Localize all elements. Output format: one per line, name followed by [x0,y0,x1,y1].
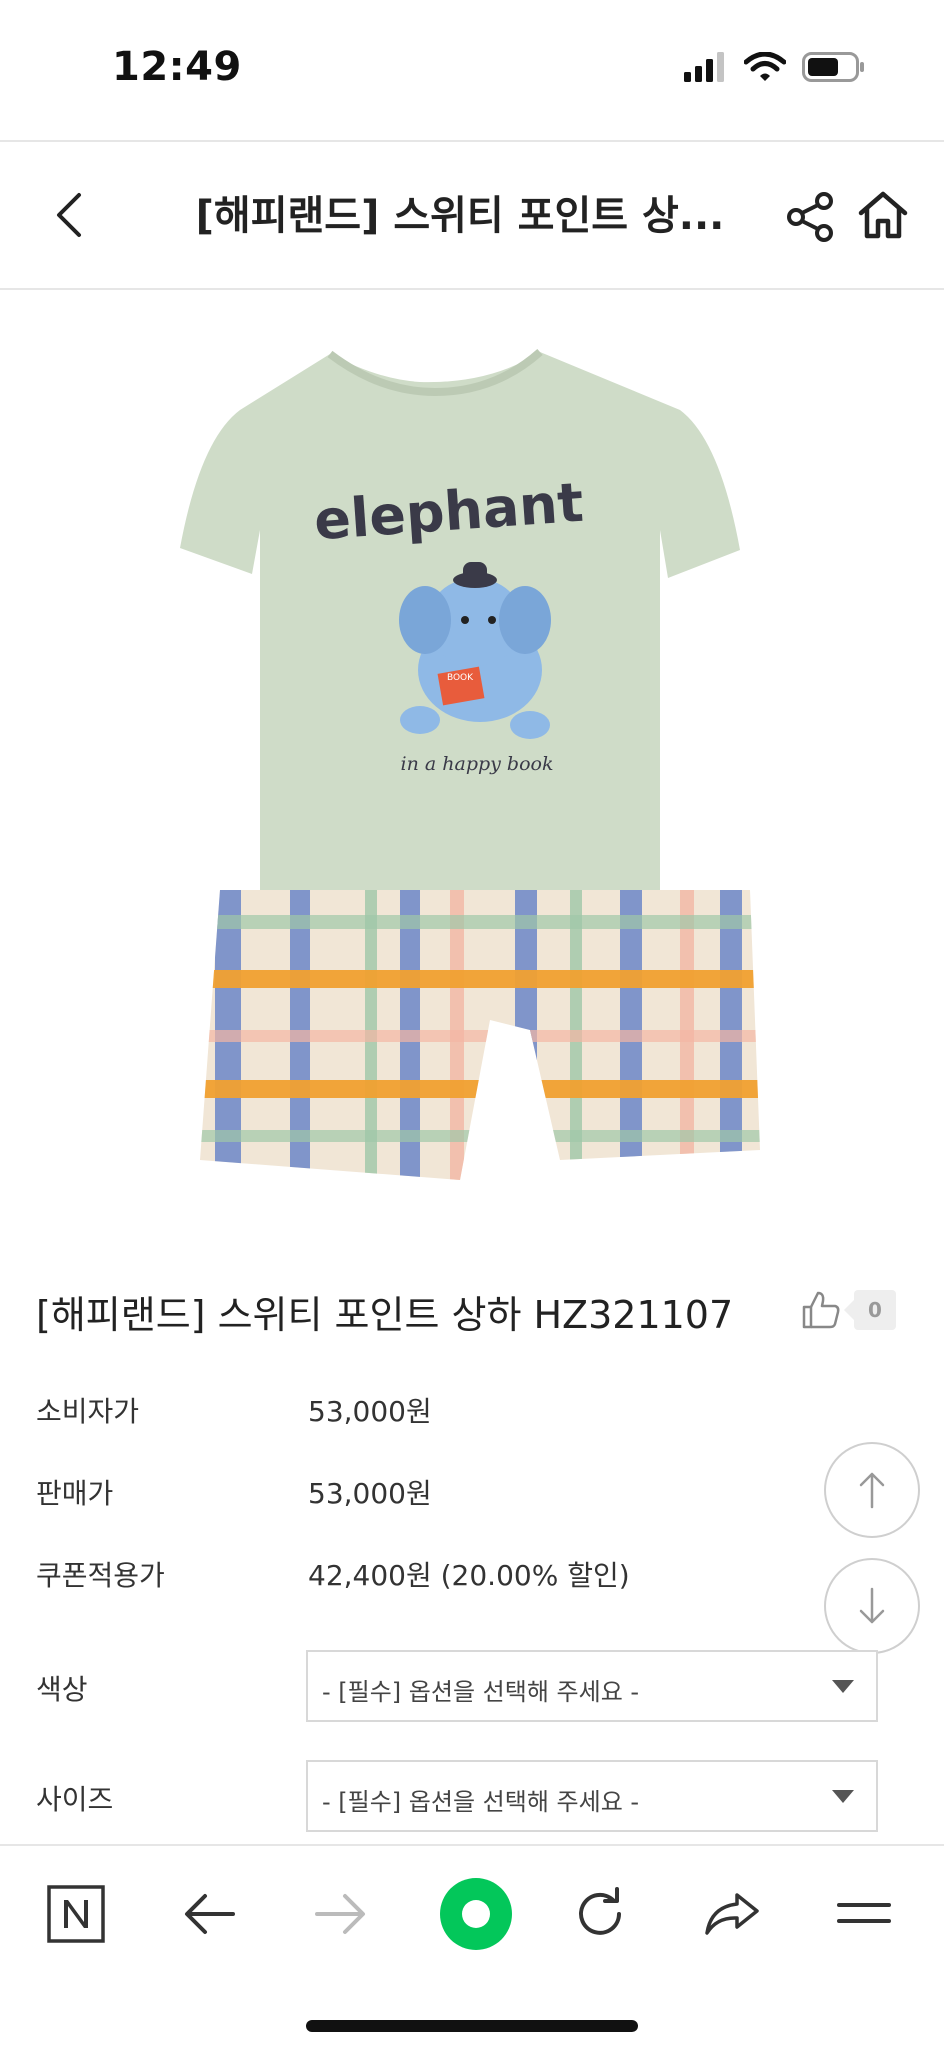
header-divider [0,288,944,290]
option-row-size: 사이즈 - [필수] 옵션을 선택해 주세요 - [36,1760,878,1832]
menu-button[interactable] [826,1876,902,1952]
product-image[interactable]: elephant BOOK in a happy book [120,330,840,1190]
home-icon [858,191,908,239]
nav-forward-button[interactable] [302,1876,378,1952]
status-divider [0,140,944,142]
shorts-plaid [200,890,760,1180]
arrow-right-icon [315,1894,365,1934]
naver-button[interactable] [38,1876,114,1952]
shirt-subtext: in a happy book [401,753,554,775]
price-value: 42,400원 (20.00% 할인) [308,1559,630,1592]
green-dot-button[interactable] [426,1864,526,1964]
price-value: 53,000원 [308,1477,432,1510]
menu-icon [837,1903,891,1923]
dropdown-arrow-icon [832,1680,854,1693]
like-button[interactable]: 0 [800,1280,910,1340]
share-button[interactable] [782,188,840,246]
price-row-coupon: 쿠폰적용가 42,400원 (20.00% 할인) [36,1554,896,1604]
arrow-left-icon [185,1894,235,1934]
price-label: 판매가 [36,1477,114,1510]
status-time: 12:49 [112,44,242,90]
home-button[interactable] [852,184,914,246]
signal-icon [684,52,724,82]
browser-toolbar [0,1844,944,2046]
back-button[interactable] [36,182,102,248]
price-label: 쿠폰적용가 [36,1559,165,1592]
select-placeholder: - [필수] 옵션을 선택해 주세요 - [322,1788,640,1816]
dropdown-arrow-icon [832,1790,854,1803]
share-icon [787,192,833,242]
page-header: [해피랜드] 스위티 포인트 상... [0,144,944,288]
price-row-sale: 판매가 53,000원 [36,1472,896,1522]
reload-button[interactable] [562,1876,638,1952]
page-title: [해피랜드] 스위티 포인트 상... [195,193,725,239]
size-select[interactable]: - [필수] 옵션을 선택해 주세요 - [306,1760,878,1832]
scroll-up-button[interactable] [824,1442,920,1538]
price-row-consumer: 소비자가 53,000원 [36,1390,896,1440]
green-dot-icon [440,1878,512,1950]
nav-back-button[interactable] [172,1876,248,1952]
naver-n-icon [47,1885,105,1943]
product-name: [해피랜드] 스위티 포인트 상하 HZ321107 [36,1293,734,1337]
color-select[interactable]: - [필수] 옵션을 선택해 주세요 - [306,1650,878,1722]
thumbs-up-icon [802,1291,840,1329]
chevron-left-icon [57,193,81,237]
battery-icon [802,52,864,82]
option-label: 색상 [36,1673,88,1706]
option-row-color: 색상 - [필수] 옵션을 선택해 주세요 - [36,1650,878,1722]
scroll-down-button[interactable] [824,1558,920,1654]
share-arrow-icon [705,1893,759,1935]
option-label: 사이즈 [36,1783,114,1816]
arrow-up-icon [859,1472,885,1509]
status-icons [684,52,866,82]
share-out-button[interactable] [694,1876,770,1952]
select-placeholder: - [필수] 옵션을 선택해 주세요 - [322,1678,640,1706]
product-illustration: elephant BOOK in a happy book [180,349,760,1180]
home-indicator[interactable] [306,2020,638,2032]
price-label: 소비자가 [36,1395,140,1428]
like-count: 0 [854,1290,896,1330]
reload-icon [579,1887,621,1935]
price-value: 53,000원 [308,1395,432,1428]
book-text: BOOK [447,673,474,683]
arrow-down-icon [859,1587,885,1624]
wifi-icon [744,52,786,81]
status-bar: 12:49 [0,0,944,140]
